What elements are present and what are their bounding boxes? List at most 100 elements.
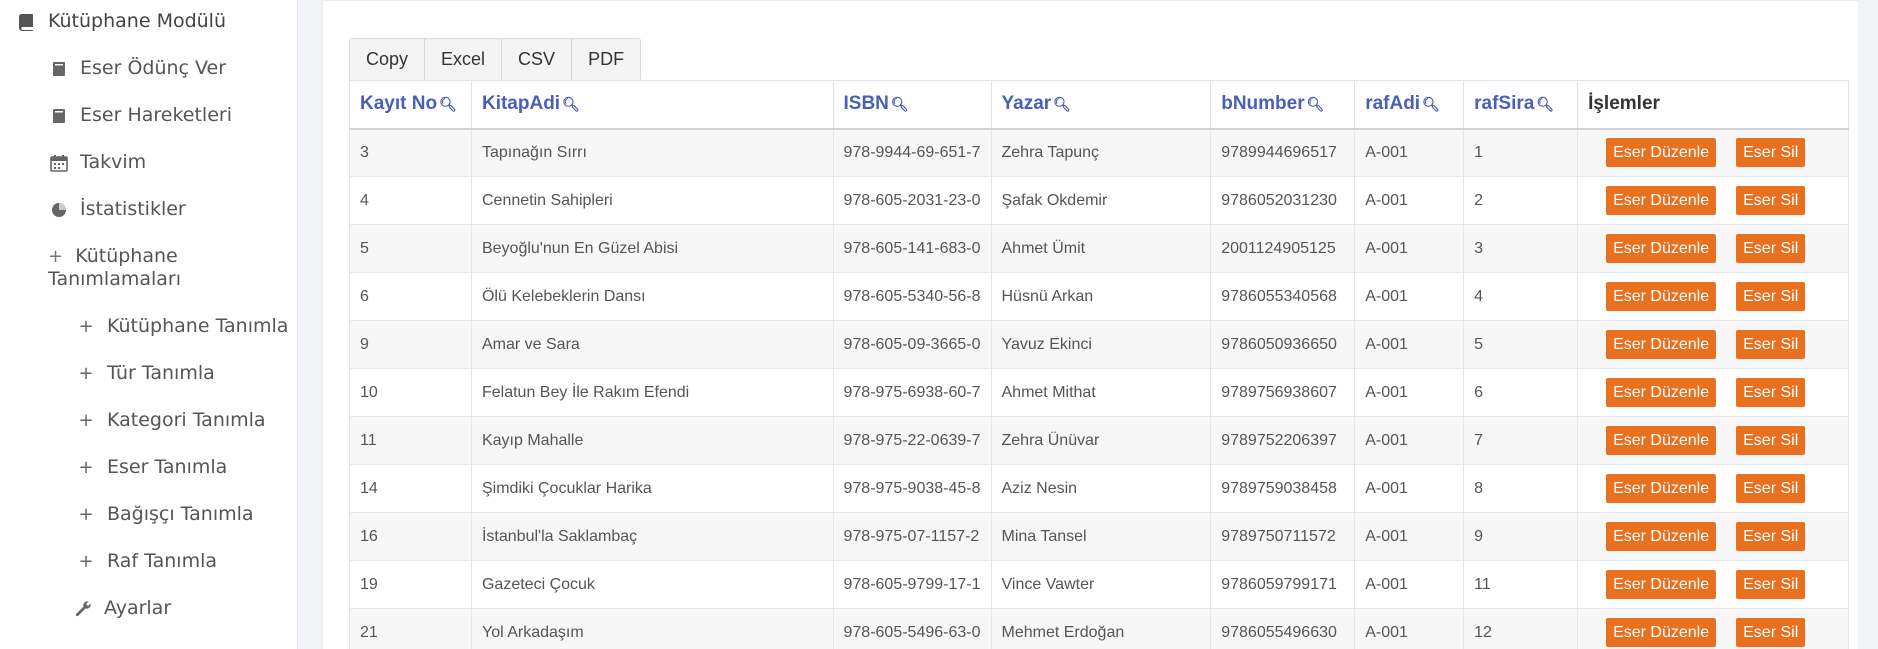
table-cell: A-001: [1354, 608, 1465, 649]
delete-book-button[interactable]: Eser Sil: [1736, 426, 1806, 455]
edit-book-button[interactable]: Eser Düzenle: [1606, 186, 1717, 215]
table-cell: 7: [1463, 416, 1579, 465]
sidebar-item-eser-odunc-ver[interactable]: Eser Ödünç Ver: [48, 57, 226, 80]
table-cell: Yavuz Ekinci: [990, 320, 1212, 369]
table-cell: 9786059799171: [1210, 560, 1356, 609]
delete-book-button[interactable]: Eser Sil: [1736, 330, 1806, 359]
search-icon: 🔍︎: [890, 96, 909, 113]
table-cell: 2001124905125: [1210, 224, 1356, 273]
column-header-isbn[interactable]: ISBN 🔍︎: [832, 80, 992, 130]
delete-book-button[interactable]: Eser Sil: [1736, 138, 1806, 168]
table-cell: A-001: [1354, 560, 1465, 609]
table-cell: 978-605-5340-56-8: [832, 272, 992, 321]
search-icon: 🔍︎: [562, 96, 580, 113]
column-header-kayit-no[interactable]: Kayıt No 🔍︎: [349, 80, 472, 130]
sidebar-item-ayarlar[interactable]: Ayarlar: [72, 597, 171, 620]
table-cell: A-001: [1354, 176, 1465, 225]
book-icon: [48, 57, 70, 80]
table-cell: Amar ve Sara: [470, 320, 834, 369]
table-row: 3 Tapınağın Sırrı 978-9944-69-651-7 Zehra T…: [349, 128, 1849, 177]
sidebar-item-eser-tanimla[interactable]: + Eser Tanımla: [75, 456, 227, 479]
table-cell: 9789756938607: [1210, 368, 1356, 417]
delete-book-button[interactable]: Eser Sil: [1736, 522, 1806, 551]
column-header-bnumber[interactable]: bNumber 🔍︎: [1210, 80, 1356, 130]
table-cell: 14: [349, 464, 472, 513]
delete-book-button[interactable]: Eser Sil: [1736, 186, 1806, 215]
table-row: 4 Cennetin Sahipleri 978-605-2031-23-0 Şafa…: [349, 176, 1849, 225]
table-cell: Ahmet Ümit: [990, 224, 1212, 273]
sidebar-item-label: Eser Ödünç Ver: [80, 57, 227, 79]
delete-book-button[interactable]: Eser Sil: [1736, 618, 1806, 647]
sidebar-item-kutuphane-tanimla[interactable]: + Kütüphane Tanımla: [75, 315, 288, 338]
delete-book-button[interactable]: Eser Sil: [1736, 474, 1806, 503]
sidebar-item-eser-hareketleri[interactable]: Eser Hareketleri: [48, 104, 232, 127]
edit-book-button[interactable]: Eser Düzenle: [1606, 282, 1717, 311]
table-cell: 19: [349, 560, 472, 609]
column-header-yazar[interactable]: Yazar 🔍︎: [990, 80, 1212, 130]
table-cell: 9786052031230: [1210, 176, 1356, 225]
column-header-rafadi[interactable]: rafAdi 🔍︎: [1354, 80, 1465, 130]
sidebar-module-label: Kütüphane Modülü: [48, 10, 227, 32]
actions-cell: Eser Düzenle Eser Sil: [1577, 512, 1849, 561]
delete-book-button[interactable]: Eser Sil: [1736, 282, 1806, 311]
sidebar-item-raf-tanimla[interactable]: + Raf Tanımla: [75, 550, 217, 573]
table-cell: 16: [349, 512, 472, 561]
sidebar-item-kategori-tanimla[interactable]: + Kategori Tanımla: [75, 409, 265, 432]
excel-button[interactable]: Excel: [425, 39, 503, 80]
table-cell: Gazeteci Çocuk: [470, 560, 834, 609]
sidebar-item-tur-tanimla[interactable]: + Tür Tanımla: [75, 362, 214, 385]
edit-book-button[interactable]: Eser Düzenle: [1606, 138, 1717, 168]
table-row: 21 Yol Arkadaşım 978-605-5496-63-0 Mehmet E…: [349, 608, 1849, 649]
table-row: 9 Amar ve Sara 978-605-09-3665-0 Yavuz Ekin…: [349, 320, 1849, 369]
sidebar-item-label: Ayarlar: [104, 597, 172, 619]
table-cell: 978-975-9038-45-8: [832, 464, 992, 513]
sidebar-module-kutuphane[interactable]: Kütüphane Modülü: [16, 10, 226, 33]
table-cell: Hüsnü Arkan: [990, 272, 1212, 321]
delete-book-button[interactable]: Eser Sil: [1736, 234, 1806, 263]
table-cell: 11: [349, 416, 472, 465]
sidebar-item-bagisci-tanimla[interactable]: + Bağışçı Tanımla: [75, 503, 253, 526]
edit-book-button[interactable]: Eser Düzenle: [1606, 234, 1717, 263]
table-cell: 9789944696517: [1210, 128, 1356, 177]
table-cell: 978-975-07-1157-2: [832, 512, 992, 561]
table-cell: Felatun Bey İle Rakım Efendi: [470, 368, 834, 417]
table-cell: A-001: [1354, 464, 1465, 513]
sidebar-item-kutuphane-tanimlamalari[interactable]: + Kütüphane Tanımlamaları: [48, 245, 288, 291]
copy-button[interactable]: Copy: [350, 39, 426, 80]
sidebar-item-takvim[interactable]: Takvim: [48, 151, 146, 174]
edit-book-button[interactable]: Eser Düzenle: [1606, 570, 1717, 599]
sidebar-item-istatistikler[interactable]: İstatistikler: [48, 198, 186, 221]
table-cell: 4: [349, 176, 472, 225]
column-header-rafsira[interactable]: rafSira 🔍︎: [1463, 80, 1579, 130]
delete-book-button[interactable]: Eser Sil: [1736, 570, 1806, 599]
table-cell: 10: [349, 368, 472, 417]
table-cell: Tapınağın Sırrı: [470, 128, 834, 177]
csv-button[interactable]: CSV: [502, 39, 573, 80]
table-row: 6 Ölü Kelebeklerin Dansı 978-605-5340-56-8…: [349, 272, 1849, 321]
plus-icon: +: [48, 246, 64, 267]
edit-book-button[interactable]: Eser Düzenle: [1606, 330, 1717, 359]
plus-icon: +: [78, 363, 94, 384]
table-cell: 3: [349, 128, 472, 177]
edit-book-button[interactable]: Eser Düzenle: [1606, 522, 1717, 551]
table-cell: 8: [1463, 464, 1579, 513]
table-row: 19 Gazeteci Çocuk 978-605-9799-17-1 Vince V…: [349, 560, 1849, 609]
table-cell: A-001: [1354, 272, 1465, 321]
table-row: 11 Kayıp Mahalle 978-975-22-0639-7 Zehra Ün…: [349, 416, 1849, 465]
table-cell: 3: [1463, 224, 1579, 273]
column-header-kitapadi[interactable]: KitapAdi 🔍︎: [470, 80, 834, 130]
edit-book-button[interactable]: Eser Düzenle: [1606, 426, 1717, 455]
pdf-button[interactable]: PDF: [572, 39, 641, 80]
table-cell: Zehra Tapunç: [990, 128, 1212, 177]
edit-book-button[interactable]: Eser Düzenle: [1606, 618, 1717, 647]
edit-book-button[interactable]: Eser Düzenle: [1606, 474, 1717, 503]
delete-book-button[interactable]: Eser Sil: [1736, 378, 1806, 407]
table-cell: A-001: [1354, 512, 1465, 561]
table-cell: 9: [1463, 512, 1579, 561]
actions-cell: Eser Düzenle Eser Sil: [1577, 608, 1849, 649]
actions-cell: Eser Düzenle Eser Sil: [1577, 368, 1849, 417]
table-cell: 9786050936650: [1210, 320, 1356, 369]
table-cell: 9789759038458: [1210, 464, 1356, 513]
edit-book-button[interactable]: Eser Düzenle: [1606, 378, 1717, 407]
table-cell: A-001: [1354, 320, 1465, 369]
